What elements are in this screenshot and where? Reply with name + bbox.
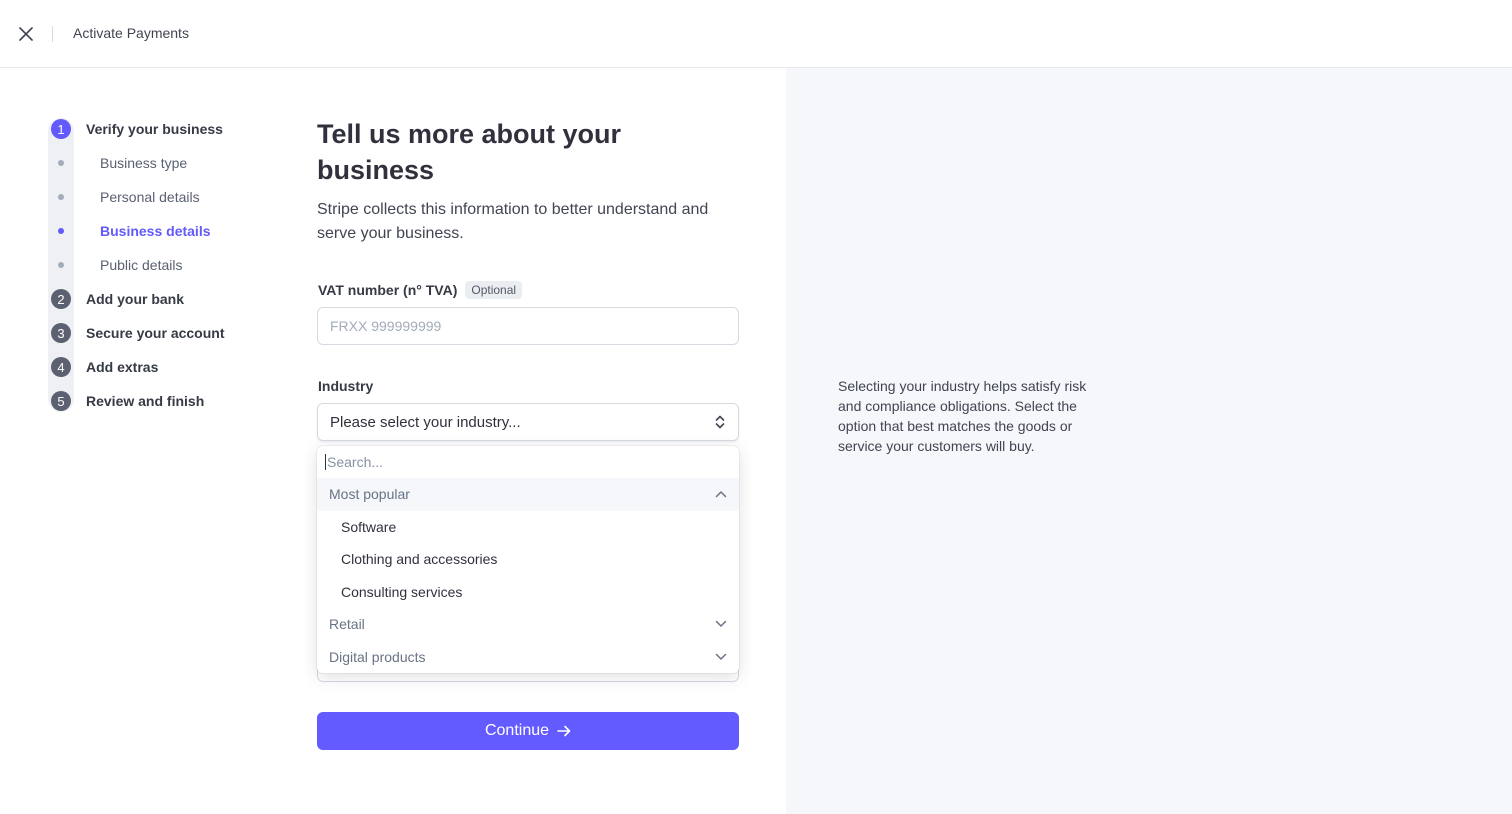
step-number: 4 [51,357,71,377]
chevron-down-icon [715,653,727,660]
chevron-down-icon [715,621,727,627]
group-label: Digital products [329,648,426,665]
step-number: 1 [51,119,71,139]
industry-search-input[interactable] [325,454,731,470]
vat-label: VAT number (n° TVA) Optional [318,281,523,299]
option-consulting-services[interactable]: Consulting services [317,576,739,609]
vat-number-input[interactable] [317,307,739,345]
industry-help-text: Selecting your industry helps satisfy ri… [838,378,1087,454]
business-details-form: Tell us more about your business Stripe … [317,116,739,750]
arrow-right-icon [557,725,571,737]
form-title: Tell us more about your business [317,119,622,185]
step-number: 2 [51,289,71,309]
chevron-up-icon [715,491,727,498]
industry-label-text: Industry [318,378,374,394]
substep-dot [58,194,64,200]
optional-badge: Optional [465,281,523,299]
step-number: 5 [51,391,71,411]
substep-label: Business type [100,155,188,171]
group-label: Retail [329,616,365,633]
vat-label-text: VAT number (n° TVA) [318,282,458,298]
select-arrows-icon [715,415,725,429]
group-label: Most popular [329,486,410,503]
page-title: Activate Payments [73,25,189,41]
substep-label: Public details [100,257,183,273]
step-label: Add extras [86,359,159,375]
group-digital-products[interactable]: Digital products [317,641,739,674]
continue-label: Continue [484,722,550,739]
step-label: Secure your account [86,325,225,341]
option-clothing-accessories[interactable]: Clothing and accessories [317,543,739,576]
step-number: 3 [51,323,71,343]
option-software[interactable]: Software [317,511,739,544]
group-most-popular[interactable]: Most popular [317,478,739,511]
dropdown-search [317,446,739,478]
substep-dot [58,160,64,166]
industry-select[interactable]: Please select your industry... [317,403,739,441]
help-panel: Selecting your industry helps satisfy ri… [786,68,1512,814]
industry-select-value: Please select your industry... [330,413,521,431]
substep-label: Personal details [100,189,200,205]
substep-label: Business details [100,223,211,239]
topbar-divider [52,26,53,42]
form-subtitle: Stripe collects this information to bett… [317,201,709,242]
industry-dropdown: Most popular Software Clothing and acces… [317,446,739,673]
step-label: Verify your business [86,121,223,137]
close-button[interactable] [16,24,36,44]
substep-dot [58,228,64,234]
continue-button[interactable]: Continue [317,712,739,750]
step-label: Review and finish [86,393,205,409]
close-icon [19,27,33,41]
top-bar: Activate Payments [0,0,1512,68]
group-retail[interactable]: Retail [317,608,739,641]
industry-label: Industry [318,378,373,394]
step-label: Add your bank [86,291,185,307]
substep-dot [58,262,64,268]
